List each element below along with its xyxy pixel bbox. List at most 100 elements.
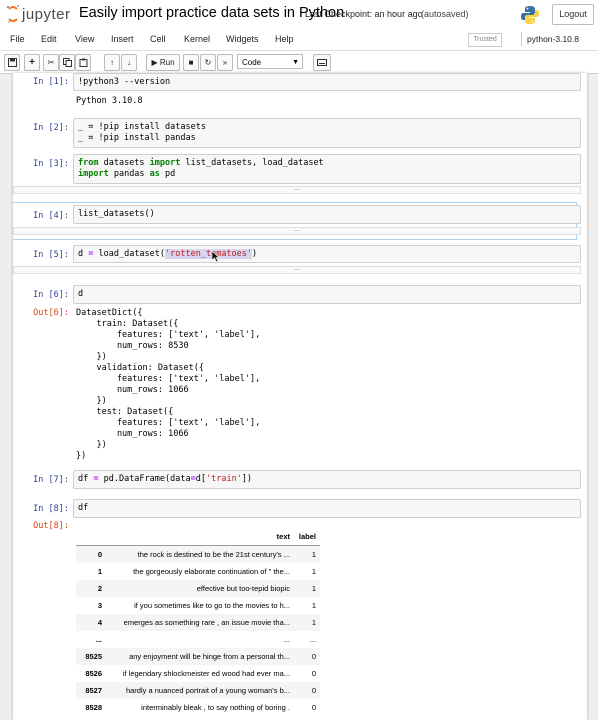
cell-label: 0 [311, 652, 316, 661]
menu-kernel[interactable]: Kernel [184, 34, 210, 44]
code-line: _ = !pip install pandas [78, 133, 196, 143]
cell-text: if you sometimes like to go to the movie… [134, 601, 290, 610]
menu-file[interactable]: File [10, 34, 25, 44]
code-input[interactable]: df [73, 499, 581, 518]
interrupt-button[interactable]: ■ [183, 54, 199, 71]
move-up-button[interactable]: ↑ [104, 54, 120, 71]
collapsed-output[interactable]: ... [13, 185, 581, 194]
code-input[interactable]: d [73, 285, 581, 304]
save-icon [7, 58, 17, 67]
cell-text: the rock is destined to be the 21st cent… [137, 550, 290, 559]
keyword: as [149, 169, 160, 179]
module-name: datasets [98, 158, 150, 168]
cell-label: 0 [311, 669, 316, 678]
jupyter-logo-text: jupyter [22, 6, 71, 23]
code-input[interactable]: df = pd.DataFrame(data=d['train']) [73, 470, 581, 489]
input-prompt: In [8]: [33, 504, 69, 514]
menu-widgets[interactable]: Widgets [226, 34, 259, 44]
output-prompt: Out[6]: [33, 308, 69, 318]
row-index: 0 [97, 550, 102, 559]
code-input[interactable]: !python3 --version [73, 73, 581, 91]
cell-output: DatasetDict({ train: Dataset({ features:… [76, 308, 261, 461]
copy-icon [62, 58, 72, 67]
code-input[interactable]: _ = !pip install datasets _ = !pip insta… [73, 118, 581, 148]
table-header-index [76, 528, 106, 546]
paste-button[interactable] [75, 54, 91, 71]
cell-label: 1 [311, 550, 316, 559]
run-button-label: Run [159, 58, 175, 67]
save-button[interactable] [4, 54, 20, 71]
cell-label: 1 [311, 584, 316, 593]
cell-label: 0 [311, 703, 316, 712]
run-icon: ▶ [151, 58, 158, 67]
code-token: ]) [241, 474, 253, 484]
command-palette-button[interactable] [313, 54, 331, 71]
code-token: d [78, 249, 89, 259]
trusted-badge[interactable]: Trusted [468, 33, 502, 47]
code-input[interactable]: from datasets import list_datasets, load… [73, 154, 581, 184]
copy-button[interactable] [59, 54, 75, 71]
arrow-up-icon: ↑ [110, 58, 114, 67]
restart-run-all-button[interactable]: » [217, 54, 233, 71]
import-names: list_datasets, load_dataset [180, 158, 324, 168]
cell-text: effective but too-tepid biopic [196, 584, 290, 593]
cell-text: interminably bleak , to say nothing of b… [141, 703, 290, 712]
code-line: _ = !pip install datasets [78, 122, 206, 132]
cell-text: hardly a nuanced portrait of a young wom… [125, 686, 290, 695]
insert-cell-button[interactable]: + [24, 54, 40, 71]
table-row: 0 the rock is destined to be the 21st cen… [76, 545, 320, 563]
move-down-button[interactable]: ↓ [121, 54, 137, 71]
table-header-label: label [294, 528, 320, 546]
menu-edit[interactable]: Edit [41, 34, 57, 44]
paste-icon [79, 58, 87, 67]
table-row: 4 emerges as something rare , an issue mo… [76, 614, 320, 631]
cell-text: any enjoyment will be hinge from a perso… [129, 652, 290, 661]
menu-insert[interactable]: Insert [111, 34, 134, 44]
cut-button[interactable]: ✂ [43, 54, 59, 71]
cell-output: Python 3.10.8 [76, 96, 143, 106]
cell-label: 1 [311, 618, 316, 627]
run-button[interactable]: ▶ Run [146, 54, 180, 71]
code-input[interactable]: list_datasets() [73, 205, 581, 224]
collapsed-output[interactable]: ... [13, 226, 581, 235]
menu-help[interactable]: Help [275, 34, 294, 44]
alias-name: pd [159, 169, 176, 179]
cell-label: ... [309, 635, 316, 644]
row-index: 1 [97, 567, 102, 576]
kernel-indicator: python-3.10.8 [521, 32, 591, 46]
jupyter-logo[interactable]: jupyter [6, 4, 74, 26]
row-index: 8527 [85, 686, 102, 695]
keyword: import [149, 158, 181, 168]
arrow-down-icon: ↓ [127, 58, 131, 67]
code-line: d [78, 289, 84, 299]
input-prompt: In [1]: [33, 77, 69, 87]
jupyter-logo-icon [7, 5, 19, 23]
string-literal: 'rotten_tomatoes' [165, 249, 253, 259]
code-line: !python3 --version [78, 77, 171, 87]
collapsed-output[interactable]: ... [13, 265, 581, 274]
row-index: 8528 [85, 703, 102, 712]
code-input[interactable]: d = load_dataset('rotten_tomatoes') [73, 245, 581, 263]
menu-cell[interactable]: Cell [150, 34, 166, 44]
restart-button[interactable]: ↻ [200, 54, 216, 71]
logout-button[interactable]: Logout [552, 4, 594, 25]
code-token: load_dataset( [93, 249, 166, 259]
toolbar: + ✂ ↑ ↓ ▶ Run ■ ↻ » Code ▼ [0, 51, 598, 74]
row-index: ... [95, 635, 102, 644]
input-prompt: In [7]: [33, 475, 69, 485]
code-token: ) [252, 249, 258, 259]
row-index: 3 [97, 601, 102, 610]
table-row: ......... [76, 631, 320, 648]
code-token: df [78, 474, 94, 484]
scissors-icon: ✂ [47, 58, 55, 67]
cell-type-select[interactable]: Code ▼ [237, 54, 303, 69]
table-row: 8525 any enjoyment will be hinge from a p… [76, 648, 320, 665]
row-index: 2 [97, 584, 102, 593]
fast-forward-icon: » [222, 58, 228, 67]
keyword: from [78, 158, 99, 168]
table-row: 2 effective but too-tepid biopic 1 [76, 580, 320, 597]
dataframe-table: text label 0 the rock is destined to be t… [76, 528, 320, 716]
input-prompt: In [3]: [33, 159, 69, 169]
row-index: 8526 [85, 669, 102, 678]
menu-view[interactable]: View [75, 34, 94, 44]
